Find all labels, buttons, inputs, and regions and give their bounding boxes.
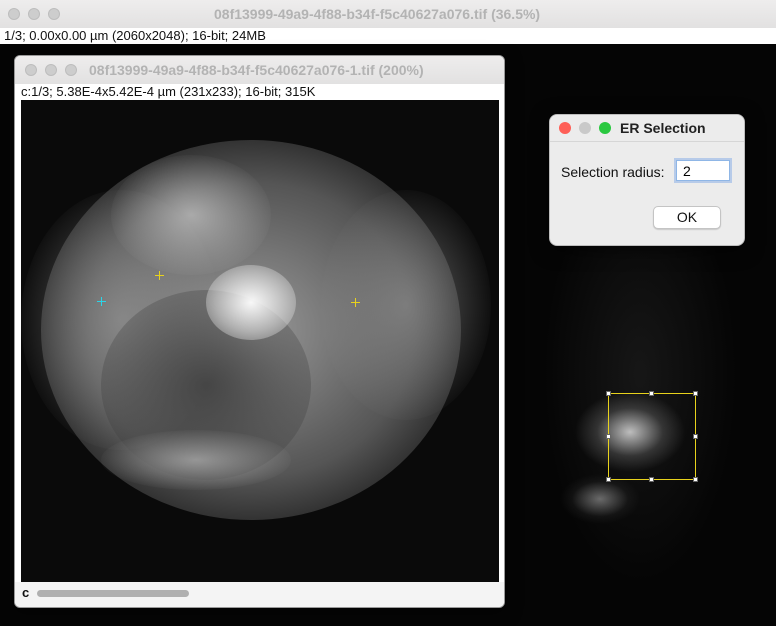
roi-handle[interactable] — [693, 434, 698, 439]
minimize-icon[interactable] — [45, 64, 57, 76]
minimize-icon[interactable] — [28, 8, 40, 20]
channel-label: c — [22, 585, 30, 600]
zoom-icon[interactable] — [65, 64, 77, 76]
roi-handle[interactable] — [693, 477, 698, 482]
image-canvas[interactable] — [21, 100, 499, 582]
roi-handle[interactable] — [649, 391, 654, 396]
close-icon[interactable] — [25, 64, 37, 76]
selection-radius-input[interactable] — [676, 160, 730, 181]
image-titlebar[interactable]: 08f13999-49a9-4f88-b34f-f5c40627a076-1.t… — [15, 56, 504, 85]
close-icon[interactable] — [559, 122, 571, 134]
main-image-info: 1/3; 0.00x0.00 µm (2060x2048); 16-bit; 2… — [0, 28, 776, 44]
roi-handle[interactable] — [649, 477, 654, 482]
cropped-image-window: 08f13999-49a9-4f88-b34f-f5c40627a076-1.t… — [14, 55, 505, 608]
roi-rectangle[interactable] — [606, 391, 698, 482]
image-window-title: 08f13999-49a9-4f88-b34f-f5c40627a076-1.t… — [89, 62, 424, 78]
minimize-icon[interactable] — [579, 122, 591, 134]
dialog-title: ER Selection — [620, 120, 706, 136]
dialog-titlebar[interactable]: ER Selection — [550, 115, 744, 142]
image-info: c:1/3; 5.38E-4x5.42E-4 µm (231x233); 16-… — [15, 84, 504, 100]
bright-region — [206, 265, 296, 340]
main-window-title: 08f13999-49a9-4f88-b34f-f5c40627a076.tif… — [214, 6, 541, 22]
roi-handle[interactable] — [606, 434, 611, 439]
zoom-icon[interactable] — [599, 122, 611, 134]
main-titlebar[interactable]: 08f13999-49a9-4f88-b34f-f5c40627a076.tif… — [0, 0, 776, 29]
er-selection-dialog: ER Selection Selection radius: OK — [549, 114, 745, 246]
image-bottom-bar: c — [15, 582, 504, 607]
cyan-marker — [97, 297, 106, 306]
bright-region — [101, 430, 291, 490]
cell-region — [321, 190, 491, 420]
roi-handle[interactable] — [606, 391, 611, 396]
yellow-marker-1 — [155, 271, 164, 280]
yellow-marker-2 — [351, 298, 360, 307]
close-icon[interactable] — [8, 8, 20, 20]
roi-handle[interactable] — [606, 477, 611, 482]
selection-radius-label: Selection radius: — [561, 164, 665, 180]
zoom-icon[interactable] — [48, 8, 60, 20]
bright-region — [111, 155, 271, 275]
channel-scrollbar[interactable] — [37, 590, 189, 597]
roi-handle[interactable] — [693, 391, 698, 396]
ok-button[interactable]: OK — [653, 206, 721, 229]
